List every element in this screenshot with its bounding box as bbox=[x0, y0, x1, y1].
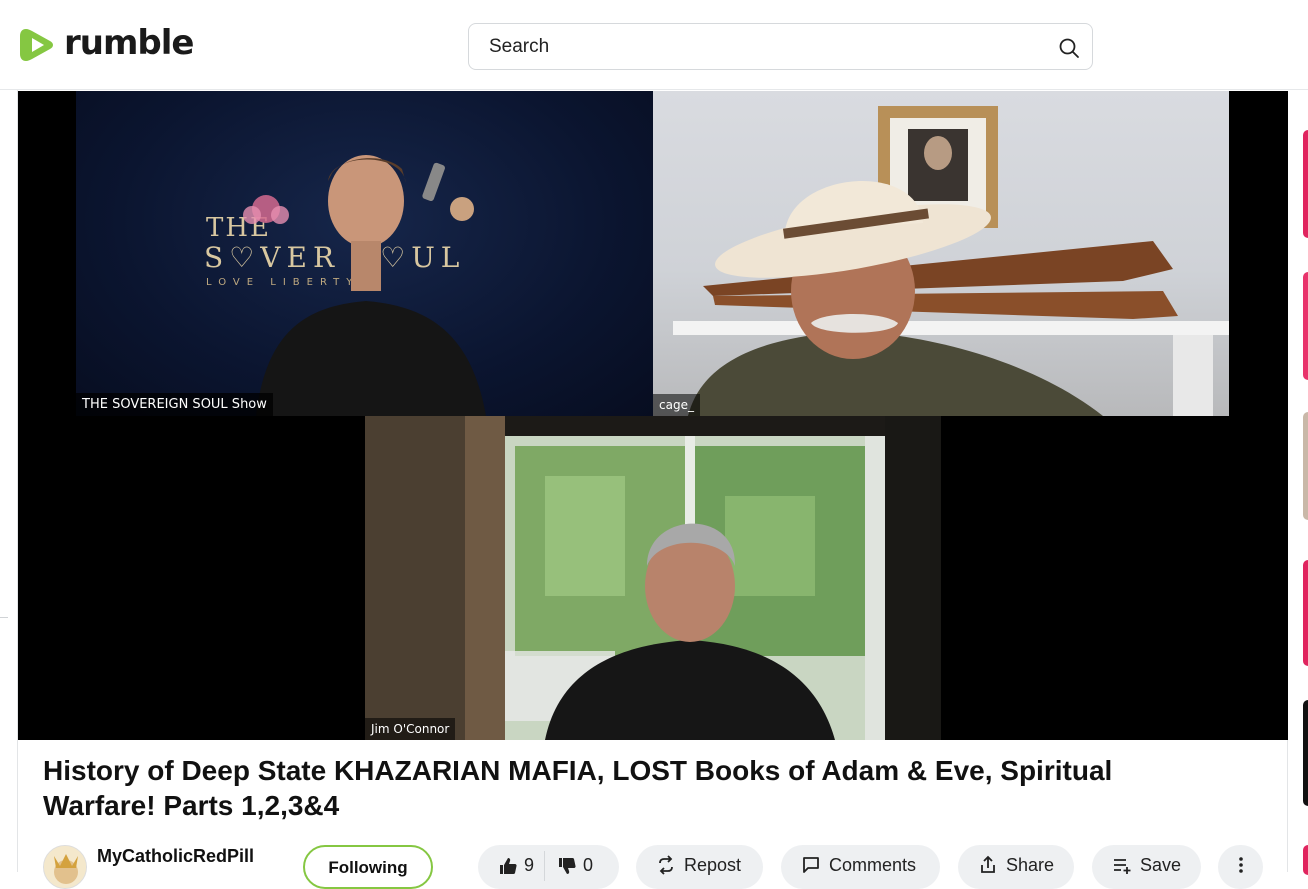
channel-name[interactable]: MyCatholicRedPill bbox=[97, 846, 254, 867]
share-button[interactable]: Share bbox=[958, 845, 1074, 889]
related-video-thumbnail[interactable] bbox=[1303, 130, 1308, 238]
sovereign-soul-scene: THE S♡VER S♡UL LOVE LIBERTY bbox=[204, 155, 486, 416]
content-card-border-right bbox=[1287, 740, 1288, 872]
participant-label: Jim O'Connor bbox=[365, 718, 456, 740]
following-button[interactable]: Following bbox=[303, 845, 433, 889]
like-count: 9 bbox=[524, 855, 535, 875]
more-options-button[interactable] bbox=[1218, 845, 1263, 889]
dislike-button[interactable]: 0 bbox=[557, 855, 593, 876]
dislike-count: 0 bbox=[583, 855, 594, 875]
like-button[interactable]: 9 bbox=[498, 855, 534, 876]
share-label: Share bbox=[1006, 855, 1055, 875]
svg-text:LOVE LIBERTY: LOVE LIBERTY bbox=[206, 277, 359, 288]
save-playlist-icon bbox=[1114, 859, 1131, 874]
svg-text:S♡VER S♡UL: S♡VER S♡UL bbox=[204, 241, 465, 274]
share-icon bbox=[981, 855, 995, 873]
search-icon[interactable] bbox=[1058, 37, 1080, 59]
video-title: History of Deep State KHAZARIAN MAFIA, L… bbox=[43, 755, 1113, 821]
left-divider bbox=[0, 617, 8, 618]
related-video-thumbnail[interactable] bbox=[1303, 845, 1308, 875]
related-video-thumbnail[interactable] bbox=[1303, 700, 1308, 806]
rumble-logo-icon bbox=[20, 29, 53, 61]
more-vertical-icon bbox=[1238, 857, 1243, 873]
video-player[interactable]: THE S♡VER S♡UL LOVE LIBERTY THE SOVEREIG… bbox=[18, 91, 1288, 740]
participant-label: THE SOVEREIGN SOUL Show bbox=[76, 393, 273, 416]
participant-label: cage_ bbox=[653, 394, 700, 416]
repost-label: Repost bbox=[684, 855, 742, 875]
search-input[interactable] bbox=[489, 34, 1049, 60]
channel-avatar[interactable] bbox=[43, 845, 87, 889]
related-video-thumbnail[interactable] bbox=[1303, 560, 1308, 666]
logo-wordmark: rumble bbox=[64, 23, 194, 63]
comments-label: Comments bbox=[829, 855, 917, 875]
site-header: rumble bbox=[0, 0, 1308, 90]
related-video-thumbnail[interactable] bbox=[1303, 272, 1308, 380]
participant-tile-cage: cage_ bbox=[653, 91, 1229, 416]
repost-button[interactable]: Repost bbox=[636, 845, 763, 889]
comments-button[interactable]: Comments bbox=[781, 845, 940, 889]
jim-oconnor-scene bbox=[365, 416, 941, 740]
related-video-thumbnail[interactable] bbox=[1303, 412, 1308, 520]
save-button[interactable]: Save bbox=[1092, 845, 1201, 889]
avatar-image bbox=[44, 846, 86, 888]
thumbs-up-icon bbox=[500, 857, 517, 874]
repost-icon bbox=[659, 855, 673, 875]
rumble-logo[interactable]: rumble bbox=[18, 23, 194, 65]
save-label: Save bbox=[1140, 855, 1182, 875]
cage-scene bbox=[673, 106, 1229, 416]
participant-tile-sovereign-soul: THE S♡VER S♡UL LOVE LIBERTY THE SOVEREIG… bbox=[76, 91, 653, 416]
vote-group: 9 0 bbox=[478, 845, 619, 889]
vote-divider bbox=[544, 851, 546, 881]
participant-tile-jim-oconnor: Jim O'Connor bbox=[365, 416, 941, 740]
thumbs-down-icon bbox=[559, 857, 576, 874]
comment-icon bbox=[803, 857, 819, 873]
search-bar bbox=[468, 23, 1093, 70]
